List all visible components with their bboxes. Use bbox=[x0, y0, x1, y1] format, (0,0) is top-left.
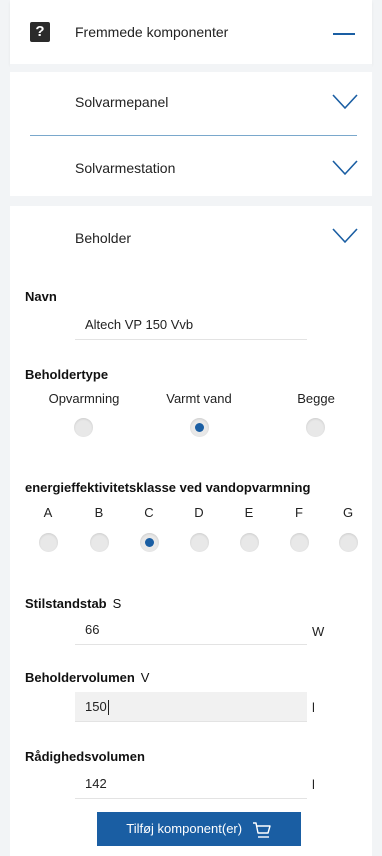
chevron-down-icon[interactable] bbox=[332, 228, 358, 244]
section-gap bbox=[10, 196, 372, 206]
beholdervolumen-symbol: V bbox=[140, 670, 150, 685]
accordion-item-beholder[interactable]: Beholder bbox=[10, 206, 372, 266]
beholdertype-label: Beholdertype bbox=[25, 367, 109, 382]
panel-title: Fremmede komponenter bbox=[75, 24, 229, 40]
beholdertype-option-label: Opvarmning bbox=[48, 391, 120, 406]
section-gap bbox=[10, 64, 372, 72]
beholdertype-option-label: Begge bbox=[297, 391, 335, 406]
accordion-label: Beholder bbox=[75, 230, 132, 246]
components-panel: ? Fremmede komponenter Solvarmepanel Sol… bbox=[10, 0, 372, 856]
chevron-down-icon[interactable] bbox=[332, 94, 358, 110]
energiklasse-option-label: E bbox=[244, 505, 254, 520]
beholdervolumen-input[interactable]: 150 bbox=[75, 692, 307, 722]
beholdertype-radio-varmt-vand[interactable] bbox=[190, 418, 209, 437]
energiklasse-radio-d[interactable] bbox=[190, 533, 209, 552]
energiklasse-option-label: C bbox=[144, 505, 154, 520]
cart-icon bbox=[252, 821, 271, 838]
accordion-item-solvarmepanel[interactable]: Solvarmepanel bbox=[10, 72, 372, 136]
beholdervolumen-label: Beholdervolumen V bbox=[25, 670, 149, 685]
energiklasse-radio-f[interactable] bbox=[290, 533, 309, 552]
beholdertype-radio-begge[interactable] bbox=[306, 418, 325, 437]
stilstandstab-unit: W bbox=[312, 624, 325, 639]
energiklasse-option-label: G bbox=[342, 505, 354, 520]
accordion-label: Solvarmepanel bbox=[75, 94, 169, 110]
add-component-button[interactable]: Tilføj komponent(er) bbox=[97, 812, 301, 846]
energiklasse-label: energieffektivitetsklasse ved vandopvarm… bbox=[25, 480, 311, 495]
question-mark-icon[interactable]: ? bbox=[30, 22, 50, 42]
energiklasse-radio-c[interactable] bbox=[140, 533, 159, 552]
beholdervolumen-label-text: Beholdervolumen bbox=[25, 670, 135, 685]
stilstandstab-label-text: Stilstandstab bbox=[25, 596, 107, 611]
energiklasse-option-label: F bbox=[295, 505, 303, 520]
raadighedsvolumen-input[interactable]: 142 bbox=[75, 769, 307, 799]
energiklasse-radio-a[interactable] bbox=[39, 533, 58, 552]
energiklasse-radio-e[interactable] bbox=[240, 533, 259, 552]
stilstandstab-symbol: S bbox=[112, 596, 122, 611]
beholdervolumen-unit: l bbox=[312, 700, 315, 715]
navn-label: Navn bbox=[25, 289, 57, 304]
left-background bbox=[0, 0, 10, 856]
beholdertype-radio-opvarmning[interactable] bbox=[74, 418, 93, 437]
raadighedsvolumen-unit: l bbox=[312, 777, 315, 792]
panel-header[interactable]: ? Fremmede komponenter bbox=[10, 0, 372, 64]
raadighedsvolumen-label: Rådighedsvolumen bbox=[25, 749, 145, 764]
energiklasse-radio-g[interactable] bbox=[339, 533, 358, 552]
beholdertype-option-label: Varmt vand bbox=[166, 391, 232, 406]
accordion-label: Solvarmestation bbox=[75, 160, 176, 176]
energiklasse-radio-b[interactable] bbox=[90, 533, 109, 552]
energiklasse-option-label: D bbox=[194, 505, 204, 520]
energiklasse-option-label: B bbox=[94, 505, 104, 520]
stilstandstab-label: Stilstandstab S bbox=[25, 596, 121, 611]
chevron-down-icon[interactable] bbox=[332, 160, 358, 176]
energiklasse-option-label: A bbox=[43, 505, 53, 520]
add-component-label: Tilføj komponent(er) bbox=[126, 821, 243, 836]
accordion-item-solvarmestation[interactable]: Solvarmestation bbox=[10, 136, 372, 196]
right-background bbox=[372, 0, 382, 856]
minus-icon[interactable] bbox=[333, 33, 355, 35]
stilstandstab-input[interactable]: 66 bbox=[75, 615, 307, 645]
navn-input[interactable]: Altech VP 150 Vvb bbox=[75, 310, 307, 340]
